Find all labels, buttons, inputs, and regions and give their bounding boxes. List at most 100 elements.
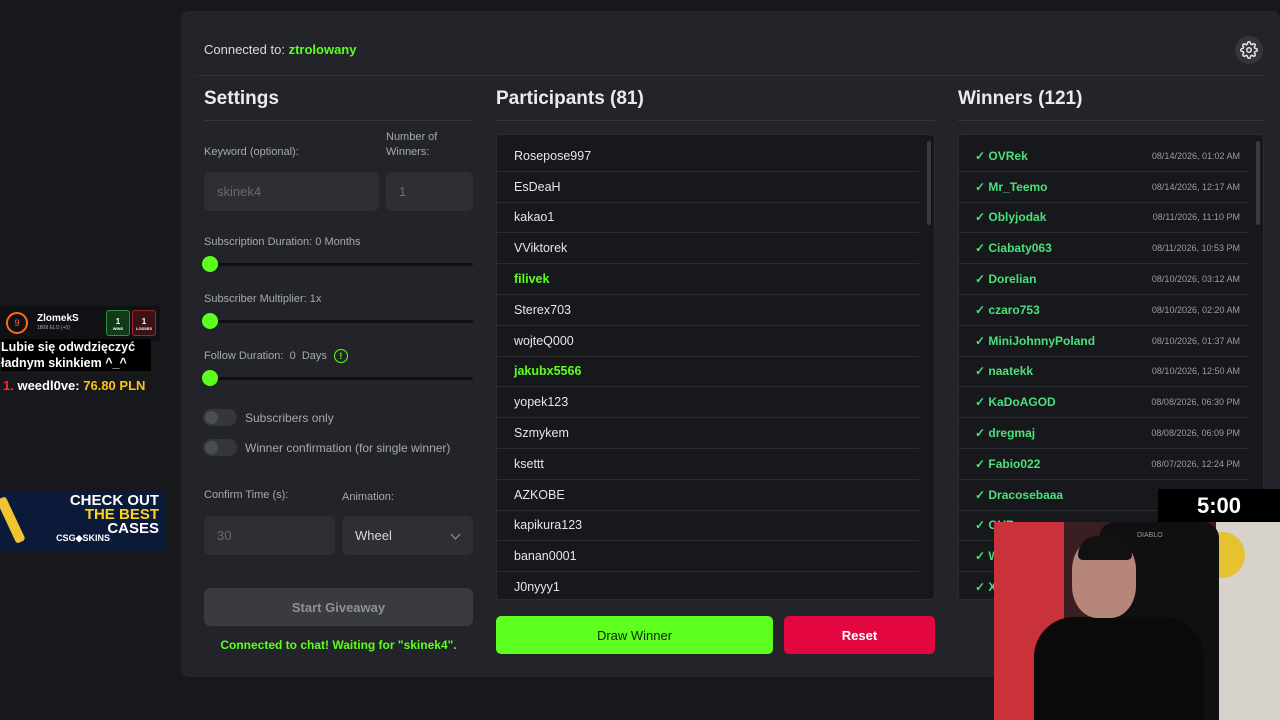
subscribers-only-toggle[interactable] bbox=[203, 409, 237, 426]
sub-multiplier-slider[interactable] bbox=[202, 313, 473, 329]
keyword-input[interactable]: skinek4 bbox=[204, 172, 379, 211]
webcam-person-body bbox=[1034, 617, 1204, 720]
winner-date: 08/11/2026, 11:10 PM bbox=[1152, 212, 1240, 223]
winner-date: 08/10/2026, 12:50 AM bbox=[1151, 366, 1240, 377]
losses-label: LOSSES bbox=[135, 326, 153, 331]
winner-name: ✓ naatekk bbox=[975, 364, 1034, 379]
chat-overlay-message: Lubie się odwdzięczyć ładnym skinkiem ^_… bbox=[1, 339, 151, 371]
winners-divider bbox=[958, 120, 1264, 121]
animation-select[interactable]: Wheel bbox=[342, 516, 473, 555]
winner-name: ✓ czaro753 bbox=[975, 302, 1040, 317]
participant-row[interactable]: wojteQ000 bbox=[497, 326, 919, 357]
participants-scrollbar[interactable] bbox=[927, 141, 931, 225]
winner-row[interactable]: ✓ Ciabaty063 08/11/2026, 10:53 PM bbox=[959, 233, 1248, 265]
participant-name: kapikura123 bbox=[514, 518, 583, 533]
winner-confirmation-toggle[interactable] bbox=[203, 439, 237, 456]
winner-row[interactable]: ✓ OVRek 08/14/2026, 01:02 AM bbox=[959, 141, 1248, 172]
confirm-time-input[interactable]: 30 bbox=[204, 516, 335, 555]
winner-row[interactable]: ✓ czaro753 08/10/2026, 02:20 AM bbox=[959, 295, 1248, 326]
donation-rank: 1. bbox=[3, 378, 14, 393]
winner-row[interactable]: ✓ dregmaj 08/08/2026, 06:09 PM bbox=[959, 418, 1248, 449]
winner-row[interactable]: ✓ KaDoAGOD 08/08/2026, 06:30 PM bbox=[959, 387, 1248, 419]
settings-gear-button[interactable] bbox=[1235, 36, 1263, 64]
participant-row[interactable]: banan0001 bbox=[497, 541, 919, 573]
winners-count-label-line1: Number of bbox=[386, 131, 438, 143]
winner-row[interactable]: ✓ naatekk 08/10/2026, 12:50 AM bbox=[959, 357, 1248, 388]
settings-title: Settings bbox=[204, 88, 279, 109]
participant-row[interactable]: ksettt bbox=[497, 449, 919, 480]
confirm-time-label: Confirm Time (s): bbox=[204, 489, 289, 501]
winner-row[interactable]: ✓ Fabio022 08/07/2026, 12:24 PM bbox=[959, 449, 1248, 480]
participant-row[interactable]: kakao1 bbox=[497, 203, 919, 234]
participant-row[interactable]: filivek bbox=[497, 264, 919, 295]
winner-name: ✓ OVRek bbox=[975, 148, 1028, 163]
follow-duration-slider[interactable] bbox=[202, 370, 473, 386]
winners-count-input[interactable]: 1 bbox=[386, 172, 473, 211]
winner-date: 08/08/2026, 06:30 PM bbox=[1151, 397, 1240, 408]
slider-handle[interactable] bbox=[202, 313, 218, 329]
participants-list[interactable]: Rosepose997 EsDeaH kakao1 VViktorek filivek S… bbox=[496, 134, 935, 600]
participant-row[interactable]: J0nyyy1 bbox=[497, 572, 919, 599]
winner-date: 08/14/2026, 12:17 AM bbox=[1151, 181, 1240, 192]
sponsor-banner: CHECK OUT THE BEST CASES CSG◆SKINS bbox=[0, 492, 165, 552]
winner-name: ✓ Dorelian bbox=[975, 272, 1037, 287]
participant-row[interactable]: VViktorek bbox=[497, 233, 919, 265]
wins-box: 1 WINS bbox=[106, 310, 130, 336]
reset-button[interactable]: Reset bbox=[784, 616, 935, 654]
participant-name: jakubx5566 bbox=[514, 364, 582, 379]
winner-name: ✓ MiniJohnnyPoland bbox=[975, 333, 1096, 348]
start-giveaway-button[interactable]: Start Giveaway bbox=[204, 588, 473, 626]
participant-row[interactable]: jakubx5566 bbox=[497, 357, 919, 388]
winner-confirmation-label: Winner confirmation (for single winner) bbox=[245, 441, 451, 455]
webcam-person-hair bbox=[1078, 536, 1132, 560]
sub-duration-slider[interactable] bbox=[202, 256, 473, 272]
losses-count: 1 bbox=[141, 317, 147, 326]
participant-row[interactable]: Szmykem bbox=[497, 418, 919, 449]
winner-date: 08/10/2026, 03:12 AM bbox=[1151, 274, 1240, 285]
sub-multiplier-label: Subscriber Multiplier: 1x bbox=[204, 293, 322, 305]
follow-duration-text: Follow Duration: 0 Days bbox=[204, 350, 327, 362]
winners-title: Winners (121) bbox=[958, 88, 1083, 109]
winner-row[interactable]: ✓ MiniJohnnyPoland 08/10/2026, 01:37 AM bbox=[959, 326, 1248, 357]
winner-row[interactable]: ✓ Dorelian 08/10/2026, 03:12 AM bbox=[959, 264, 1248, 295]
participant-name: wojteQ000 bbox=[514, 333, 574, 348]
winner-name: ✓ Dracosebaaa bbox=[975, 487, 1064, 502]
winner-row[interactable]: ✓ Oblyjodak 08/11/2026, 11:10 PM bbox=[959, 203, 1248, 234]
info-icon[interactable]: ! bbox=[333, 349, 348, 364]
winner-name: ✓ Oblyjodak bbox=[975, 210, 1047, 225]
winner-date: 08/14/2026, 01:02 AM bbox=[1151, 150, 1240, 161]
participant-row[interactable]: EsDeaH bbox=[497, 172, 919, 203]
elo-text: 1808 ELO (+0) bbox=[37, 325, 70, 331]
winner-name: ✓ Fabio022 bbox=[975, 456, 1041, 471]
donation-name: weedl0ve: bbox=[17, 378, 80, 393]
participant-row[interactable]: kapikura123 bbox=[497, 511, 919, 542]
sponsor-brand: CSG◆SKINS bbox=[56, 533, 110, 543]
connection-status: Connected to: ztrolowany bbox=[204, 42, 356, 57]
winner-date: 08/11/2026, 10:53 PM bbox=[1152, 243, 1240, 254]
connected-label: Connected to: bbox=[204, 42, 285, 57]
faceit-elo-widget: 9 ZlomekS 1808 ELO (+0) 1 WINS 1 LOSSES bbox=[0, 306, 160, 341]
participant-row[interactable]: AZKOBE bbox=[497, 480, 919, 511]
participant-name: VViktorek bbox=[514, 241, 568, 256]
participant-row[interactable]: Sterex703 bbox=[497, 295, 919, 326]
winner-name: ✓ KaDoAGOD bbox=[975, 395, 1056, 410]
chair-brand: DIABLO bbox=[1137, 532, 1163, 539]
participant-row[interactable]: Rosepose997 bbox=[497, 141, 919, 172]
slider-handle[interactable] bbox=[202, 370, 218, 386]
losses-box: 1 LOSSES bbox=[132, 310, 156, 336]
winner-name: ✓ Ciabaty063 bbox=[975, 241, 1052, 256]
participant-name: J0nyyy1 bbox=[514, 580, 560, 595]
winner-name: ✓ Mr_Teemo bbox=[975, 179, 1048, 194]
participant-row[interactable]: yopek123 bbox=[497, 387, 919, 419]
winners-scrollbar[interactable] bbox=[1256, 141, 1260, 225]
draw-winner-button[interactable]: Draw Winner bbox=[496, 616, 773, 654]
settings-divider bbox=[204, 120, 473, 121]
wins-count: 1 bbox=[115, 317, 121, 326]
slider-handle[interactable] bbox=[202, 256, 218, 272]
participant-name: Rosepose997 bbox=[514, 148, 592, 163]
participants-divider bbox=[496, 120, 935, 121]
animation-value: Wheel bbox=[355, 528, 392, 543]
channel-name: ztrolowany bbox=[288, 42, 357, 57]
participant-name: kakao1 bbox=[514, 210, 555, 225]
winner-row[interactable]: ✓ Mr_Teemo 08/14/2026, 12:17 AM bbox=[959, 172, 1248, 203]
